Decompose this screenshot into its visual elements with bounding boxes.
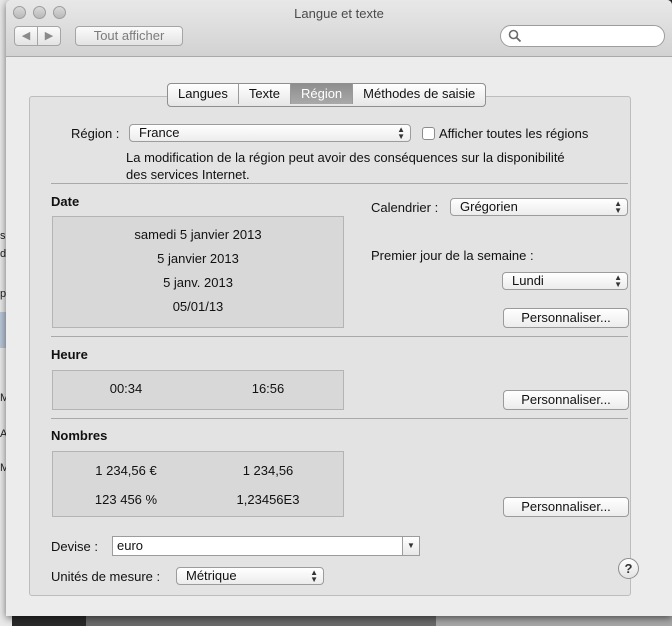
date-heading: Date [51,194,80,209]
tab-bar: Langues Texte Région Méthodes de saisie [167,83,487,107]
tab-langues[interactable]: Langues [168,84,239,104]
first-day-value: Lundi [512,273,544,288]
tab-methodes-de-saisie[interactable]: Méthodes de saisie [353,84,485,104]
chevron-left-icon: ◀ [21,30,31,42]
tab-content-panel [29,96,631,596]
numbers-preview-box: 1 234,56 € 1 234,56 123 456 % 1,23456E3 [52,451,344,517]
divider [51,183,628,184]
region-popup[interactable]: France ▲ ▼ [129,124,411,142]
number-percent-format: 123 456 % [94,492,158,507]
date-preview-box: samedi 5 janvier 2013 5 janvier 2013 5 j… [52,216,344,328]
currency-dropdown-button[interactable]: ▼ [402,536,420,556]
customize-time-button[interactable]: Personnaliser... [503,390,629,410]
region-note-line2: des services Internet. [126,167,250,182]
number-decimal-format: 1 234,56 [242,463,294,478]
tab-region[interactable]: Région [290,84,354,104]
date-format-long: 5 janvier 2013 [157,251,239,266]
chevron-right-icon: ▶ [44,30,54,42]
first-day-label: Premier jour de la semaine : [371,248,534,263]
time-format-long: 16:56 [251,381,285,396]
forward-button[interactable]: ▶ [37,26,61,46]
divider [51,418,628,419]
popup-arrows-icon: ▲ ▼ [310,568,318,584]
date-format-full: samedi 5 janvier 2013 [134,227,262,242]
time-preview-box: 00:34 16:56 [52,370,344,410]
number-currency-format: 1 234,56 € [95,463,157,478]
customize-numbers-button[interactable]: Personnaliser... [503,497,629,517]
calendar-label: Calendrier : [371,200,439,215]
time-heading: Heure [51,347,88,362]
date-format-short: 05/01/13 [172,299,224,314]
search-input[interactable] [500,25,665,47]
calendar-value: Grégorien [460,199,518,214]
region-value: France [139,125,180,140]
background-text: s [0,230,6,242]
units-label: Unités de mesure : [51,569,161,584]
chevron-down-icon: ▼ [407,541,415,550]
region-label: Région : [71,126,120,141]
first-day-popup[interactable]: Lundi ▲ ▼ [502,272,628,290]
tab-texte[interactable]: Texte [239,84,291,104]
number-scientific-format: 1,23456E3 [236,492,300,507]
numbers-heading: Nombres [51,428,108,443]
time-format-short: 00:34 [109,381,143,396]
preferences-window: Langue et texte ◀ ▶ Tout afficher Langue… [6,0,672,616]
show-all-regions-label: Afficher toutes les régions [439,126,589,141]
units-value: Métrique [186,568,237,583]
customize-date-button[interactable]: Personnaliser... [503,308,629,328]
popup-arrows-icon: ▲ ▼ [614,273,622,289]
title-bar: Langue et texte ◀ ▶ Tout afficher [6,0,672,57]
region-note-line1: La modification de la région peut avoir … [126,150,565,165]
calendar-popup[interactable]: Grégorien ▲ ▼ [450,198,628,216]
search-icon [508,29,522,43]
help-button[interactable]: ? [618,558,639,579]
back-button[interactable]: ◀ [14,26,38,46]
date-format-medium: 5 janv. 2013 [163,275,233,290]
currency-combo-input[interactable]: euro [112,536,404,556]
popup-arrows-icon: ▲ ▼ [397,125,405,141]
popup-arrows-icon: ▲ ▼ [614,199,622,215]
show-all-regions-checkbox[interactable] [422,127,435,140]
show-all-button[interactable]: Tout afficher [75,26,183,46]
currency-label: Devise : [51,539,98,554]
divider [51,336,628,337]
window-title: Langue et texte [294,6,384,21]
units-popup[interactable]: Métrique ▲ ▼ [176,567,324,585]
